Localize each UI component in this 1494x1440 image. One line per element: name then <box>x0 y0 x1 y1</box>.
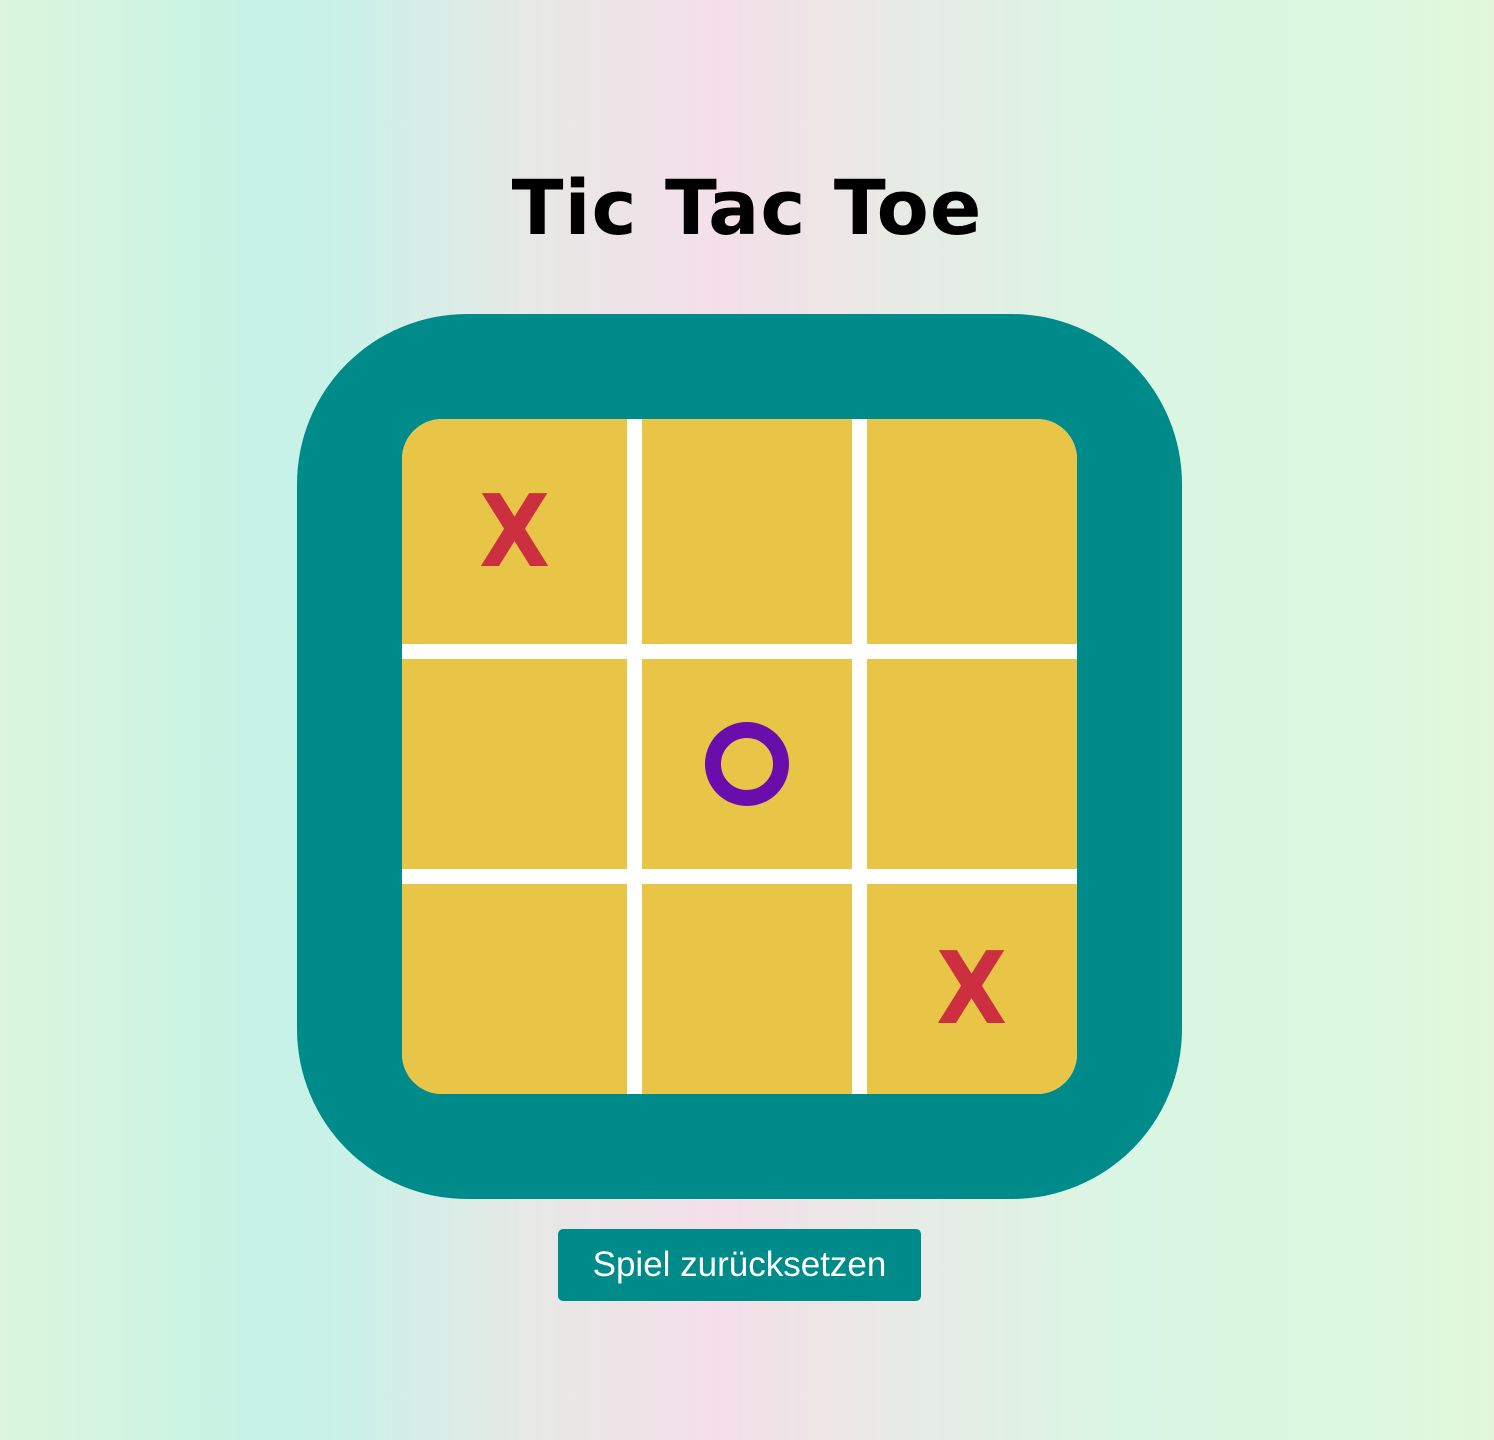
game-board: X O X <box>402 419 1077 1094</box>
board-cell-7[interactable] <box>642 884 852 1094</box>
game-board-frame: X O X <box>297 314 1182 1199</box>
board-cell-3[interactable] <box>402 659 627 869</box>
page-title: Tic Tac Toe <box>511 163 983 252</box>
x-mark: X <box>936 930 1008 1047</box>
x-mark: X <box>479 472 550 590</box>
board-cell-1[interactable] <box>642 419 852 644</box>
board-cell-5[interactable] <box>867 659 1077 869</box>
board-cell-8[interactable]: X <box>867 884 1077 1094</box>
board-cell-0[interactable]: X <box>402 419 627 644</box>
board-cell-2[interactable] <box>867 419 1077 644</box>
board-cell-4[interactable]: O <box>642 659 852 869</box>
o-mark-icon <box>705 722 789 806</box>
board-cell-6[interactable] <box>402 884 627 1094</box>
reset-game-button[interactable]: Spiel zurücksetzen <box>558 1229 921 1301</box>
